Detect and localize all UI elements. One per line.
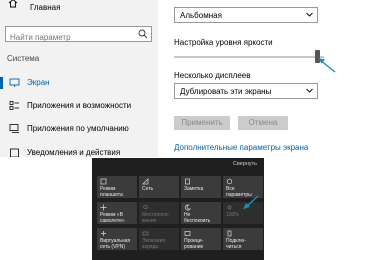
quick-action-label: 100%	[226, 212, 239, 218]
connect-icon	[227, 230, 232, 237]
quick-action-label: Экономия заряда	[142, 238, 166, 250]
quick-action-label: Все параметры	[226, 186, 252, 198]
apps-list-icon	[9, 101, 19, 110]
default-apps-icon	[9, 124, 19, 133]
quick-action-tile[interactable]: Местополо- жение	[139, 202, 179, 224]
settings-nav-pane: Главная Система Экран Приложения	[0, 0, 158, 157]
multiple-displays-label: Несколько дисплеев	[174, 71, 251, 80]
multiple-displays-dropdown[interactable]: Дублировать эти экраны	[174, 83, 318, 99]
quick-action-tile[interactable]: Экономия заряда	[139, 228, 179, 250]
quick-action-tile[interactable]: 100%	[223, 202, 263, 224]
action-center-panel: Свернуть Режим планшета Сеть Заметка Все па…	[92, 158, 264, 260]
advanced-display-settings-link[interactable]: Дополнительные параметры экрана	[174, 143, 308, 152]
multiple-displays-value: Дублировать эти экраны	[180, 87, 272, 96]
battery-saver-icon	[142, 231, 149, 236]
vpn-icon	[101, 231, 106, 236]
nav-item-label: Экран	[27, 78, 50, 87]
orientation-dropdown[interactable]: Альбомная	[174, 7, 318, 23]
quick-action-label: Заметка	[184, 186, 204, 192]
nav-home-label: Главная	[30, 3, 61, 12]
quick-action-tile[interactable]: Заметка	[181, 176, 221, 198]
quick-action-tile[interactable]: Проеци- рование	[181, 228, 221, 250]
home-icon	[8, 0, 18, 8]
display-settings-pane: Альбомная Настройка уровня яркости Неско…	[158, 0, 370, 157]
search-box[interactable]	[5, 26, 152, 45]
quick-action-label: Режим планшета	[100, 186, 123, 198]
nav-item-default-apps[interactable]: Приложения по умолчанию	[0, 121, 158, 137]
notifications-icon	[10, 148, 19, 157]
quick-action-tile[interactable]: Режим планшета	[97, 176, 137, 198]
apply-button[interactable]: Применить	[174, 116, 230, 130]
quick-action-tile[interactable]: Не беспокоить	[181, 202, 221, 224]
quick-action-label: Подклю- читься	[226, 238, 246, 250]
quick-action-label: Режим «В самолете»	[100, 212, 125, 224]
settings-window: Главная Система Экран Приложения	[0, 0, 370, 157]
nav-item-label: Приложения по умолчанию	[27, 124, 129, 133]
quick-action-label: Не беспокоить	[184, 212, 211, 224]
quick-action-tile[interactable]: Все параметры	[223, 176, 263, 198]
quick-action-tile[interactable]: Виртуальная сеть (VPN)	[97, 228, 137, 250]
note-icon	[185, 178, 190, 185]
project-icon	[184, 231, 191, 236]
nav-item-label: Приложения и возможности	[27, 101, 132, 110]
location-icon	[143, 204, 148, 210]
brightness-slider-thumb[interactable]	[315, 50, 320, 63]
chevron-down-icon	[306, 12, 313, 17]
search-icon[interactable]	[138, 29, 148, 39]
monitor-icon	[9, 78, 20, 87]
quick-action-label: Местополо- жение	[142, 212, 170, 224]
collapse-button[interactable]: Свернуть	[233, 161, 257, 167]
quick-action-tile[interactable]: Подклю- читься	[223, 228, 263, 250]
search-input[interactable]	[6, 30, 132, 45]
brightness-label: Настройка уровня яркости	[174, 38, 273, 47]
nav-item-display[interactable]: Экран	[0, 75, 158, 91]
moon-icon	[184, 204, 191, 211]
settings-gear-icon	[226, 178, 233, 185]
orientation-value: Альбомная	[180, 11, 222, 20]
nav-item-label: Уведомления и действия	[27, 148, 121, 157]
tablet-mode-icon	[100, 178, 107, 185]
nav-item-apps[interactable]: Приложения и возможности	[0, 98, 158, 114]
brightness-slider-track[interactable]	[174, 56, 324, 58]
quick-action-label: Проеци- рование	[184, 238, 204, 250]
network-icon	[142, 178, 149, 185]
chevron-down-icon	[306, 88, 313, 93]
quick-action-label: Сеть	[142, 186, 154, 192]
quick-action-tile[interactable]: Сеть	[139, 176, 179, 198]
cancel-button[interactable]: Отмена	[238, 116, 288, 130]
quick-action-tile[interactable]: Режим «В самолете»	[97, 202, 137, 224]
airplane-icon	[100, 204, 107, 211]
nav-item-notifications[interactable]: Уведомления и действия	[0, 145, 158, 157]
quick-action-label: Виртуальная сеть (VPN)	[100, 238, 131, 250]
nav-section-title: Система	[7, 54, 40, 63]
brightness-icon	[227, 205, 232, 210]
